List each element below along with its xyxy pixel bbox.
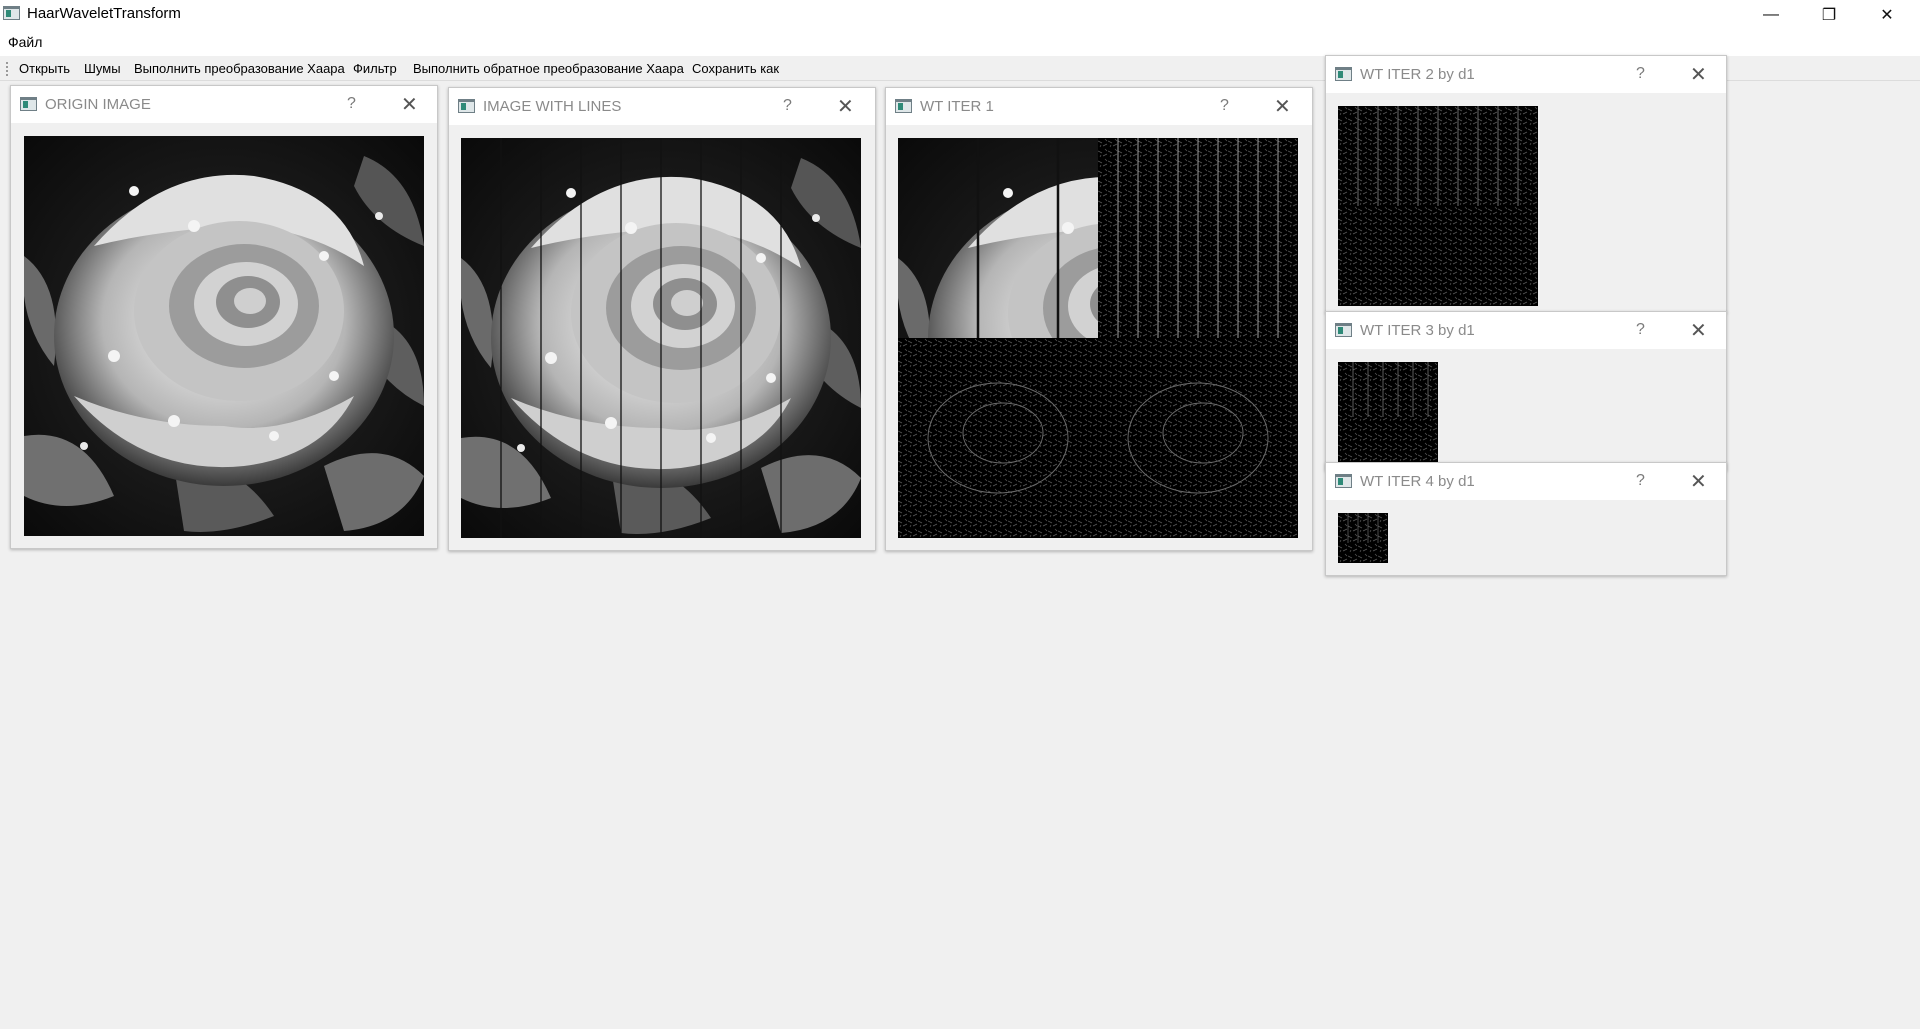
window-icon [20,97,37,111]
wt-iter-1-image [898,138,1298,538]
subwindow-origin-image[interactable]: ORIGIN IMAGE ? ✕ [10,85,438,549]
rose-lines-image [461,138,861,538]
minimize-icon: — [1763,5,1779,23]
minimize-button[interactable]: — [1742,0,1800,29]
menu-bar: Файл [0,29,1920,56]
toolbar-filter[interactable]: Фильтр [353,61,397,76]
subwindow-title: WT ITER 4 by d1 [1360,473,1475,490]
help-button[interactable]: ? [1636,65,1645,83]
subwindow-title: WT ITER 2 by d1 [1360,66,1475,83]
toolbar-grip[interactable] [6,62,8,76]
subwindow-close-button[interactable]: ✕ [1690,469,1707,494]
app-icon [3,6,20,20]
subwindow-wt-iter-1[interactable]: WT ITER 1 ? ✕ [885,87,1313,551]
subwindow-title: IMAGE WITH LINES [483,98,622,115]
window-icon [1335,323,1352,337]
toolbar-haar-transform[interactable]: Выполнить преобразование Хаара [134,61,345,76]
help-button[interactable]: ? [1636,472,1645,490]
subwindow-titlebar[interactable]: WT ITER 2 by d1 ? ✕ [1326,56,1726,93]
toolbar-inverse-haar-transform[interactable]: Выполнить обратное преобразование Хаара [413,61,684,76]
rose-image [24,136,424,536]
main-titlebar: HaarWaveletTransform — ❐ ✕ [0,0,1920,29]
subwindow-close-button[interactable]: ✕ [837,94,854,119]
origin-rose-image [24,136,424,536]
subwindow-wt-iter-3[interactable]: WT ITER 3 by d1 ? ✕ [1325,311,1727,471]
subwindow-titlebar[interactable]: WT ITER 1 ? ✕ [886,88,1312,125]
restore-button[interactable]: ❐ [1800,0,1858,29]
wt-iter-4-image [1338,513,1388,563]
rose-image-with-lines [461,138,861,538]
window-icon [1335,67,1352,81]
toolbar-save-as[interactable]: Сохранить как [692,61,779,76]
subwindow-close-button[interactable]: ✕ [401,92,418,117]
help-button[interactable]: ? [347,95,356,113]
toolbar-open[interactable]: Открыть [19,61,70,76]
subwindow-title: WT ITER 3 by d1 [1360,322,1475,339]
wt-iter-2-image [1338,106,1538,306]
toolbar-noise[interactable]: Шумы [84,61,121,76]
subwindow-close-button[interactable]: ✕ [1690,318,1707,343]
subwindow-titlebar[interactable]: WT ITER 3 by d1 ? ✕ [1326,312,1726,349]
subwindow-titlebar[interactable]: ORIGIN IMAGE ? ✕ [11,86,437,123]
wavelet-detail-3 [1338,362,1438,462]
subwindow-title: WT ITER 1 [920,98,994,115]
subwindow-close-button[interactable]: ✕ [1274,94,1291,119]
subwindow-wt-iter-4[interactable]: WT ITER 4 by d1 ? ✕ [1325,462,1727,576]
wavelet-quadrants [898,138,1298,538]
subwindow-titlebar[interactable]: WT ITER 4 by d1 ? ✕ [1326,463,1726,500]
close-icon: ✕ [1880,6,1894,24]
subwindow-image-with-lines[interactable]: IMAGE WITH LINES ? ✕ [448,87,876,551]
wavelet-detail-2 [1338,106,1538,306]
restore-icon: ❐ [1821,6,1837,24]
window-icon [1335,474,1352,488]
wavelet-detail-4 [1338,513,1388,563]
close-button[interactable]: ✕ [1858,0,1916,29]
menu-file[interactable]: Файл [8,34,42,50]
subwindow-close-button[interactable]: ✕ [1690,62,1707,87]
subwindow-title: ORIGIN IMAGE [45,96,151,113]
window-icon [895,99,912,113]
help-button[interactable]: ? [783,97,792,115]
help-button[interactable]: ? [1636,321,1645,339]
subwindow-titlebar[interactable]: IMAGE WITH LINES ? ✕ [449,88,875,125]
wt-iter-3-image [1338,362,1438,462]
subwindow-wt-iter-2[interactable]: WT ITER 2 by d1 ? ✕ [1325,55,1727,313]
window-icon [458,99,475,113]
help-button[interactable]: ? [1220,97,1229,115]
app-title: HaarWaveletTransform [27,5,181,22]
